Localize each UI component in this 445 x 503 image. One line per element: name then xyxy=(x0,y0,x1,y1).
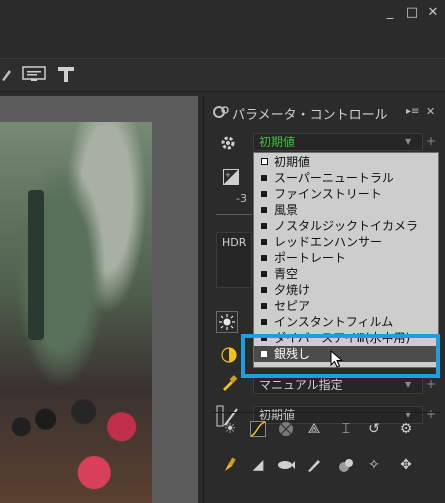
panel-close-icon[interactable]: ✕ xyxy=(426,105,438,118)
puzzle-icon[interactable]: ✥ xyxy=(396,455,416,475)
paint-icon[interactable] xyxy=(220,455,240,475)
gear-plus-icon[interactable]: ⚙ xyxy=(396,419,416,439)
contrast-icon[interactable] xyxy=(218,344,240,366)
picture-control-select[interactable]: 初期値 xyxy=(253,133,423,151)
divider xyxy=(216,214,252,215)
exposure-icon[interactable]: + xyxy=(220,166,242,188)
mouse-cursor-icon xyxy=(330,350,346,370)
dropdown-option[interactable]: レッドエンハンサー xyxy=(254,234,438,250)
dropdown-option[interactable]: 初期値 xyxy=(254,154,438,170)
dropdown-option[interactable]: インスタントフィルム xyxy=(254,314,438,330)
add-icon[interactable]: + xyxy=(426,134,436,148)
minimize-button[interactable]: _ xyxy=(382,6,398,20)
dropdown-option[interactable]: ファインストリート xyxy=(254,186,438,202)
dropdown-option[interactable]: セピア xyxy=(254,298,438,314)
sun-adjust-icon[interactable]: ☀ xyxy=(220,419,240,439)
hdr-label: HDR xyxy=(222,236,247,249)
brush-icon[interactable] xyxy=(0,66,12,82)
panel-gear-icon xyxy=(212,104,230,120)
blur-icon[interactable] xyxy=(336,455,356,475)
rotate-icon[interactable]: ↺ xyxy=(364,419,384,439)
circle-filter-icon[interactable] xyxy=(276,419,296,439)
pen-icon[interactable] xyxy=(304,455,324,475)
hammer-icon[interactable] xyxy=(56,66,76,82)
close-window-button[interactable]: ✕ xyxy=(425,6,441,20)
add-icon[interactable]: + xyxy=(426,377,436,391)
triangle-icon[interactable]: ⟁ xyxy=(304,419,324,439)
white-balance-select[interactable]: マニュアル指定 xyxy=(253,376,423,394)
crop-icon[interactable]: ⌶ xyxy=(336,419,356,439)
star-brush-icon[interactable]: ✧ xyxy=(364,455,384,475)
panel-title: パラメータ・コントロール xyxy=(232,108,388,123)
svg-text:+: + xyxy=(225,171,231,179)
exposure-value: -3 xyxy=(236,192,247,205)
photo-preview[interactable] xyxy=(0,122,152,503)
settings-gear-icon[interactable] xyxy=(217,132,239,154)
monitor-icon[interactable] xyxy=(22,66,46,82)
chevron-down-icon[interactable]: ▼ xyxy=(405,137,411,146)
maximize-button[interactable]: □ xyxy=(404,6,420,20)
dropdown-option[interactable]: ノスタルジックトイカメラ xyxy=(254,218,438,234)
gradient-icon[interactable]: ◢ xyxy=(248,455,268,475)
brightness-icon[interactable] xyxy=(216,311,238,333)
dropdown-option[interactable]: 青空 xyxy=(254,266,438,282)
dropdown-option[interactable]: スーパーニュートラル xyxy=(254,170,438,186)
chevron-down-icon[interactable]: ▼ xyxy=(405,380,411,389)
tool-grid: ☀ ⟁ ⌶ ↺ ⚙ ◢ ✧ ✥ xyxy=(212,412,440,502)
panel-menu-icon[interactable]: ▸≡ xyxy=(406,106,420,118)
dropdown-option[interactable]: 風景 xyxy=(254,202,438,218)
fish-icon[interactable] xyxy=(276,455,296,475)
dropdown-option[interactable]: 夕焼け xyxy=(254,282,438,298)
curve-icon[interactable] xyxy=(248,419,268,439)
photo-detail xyxy=(28,190,44,340)
dropdown-option[interactable]: ポートレート xyxy=(254,250,438,266)
